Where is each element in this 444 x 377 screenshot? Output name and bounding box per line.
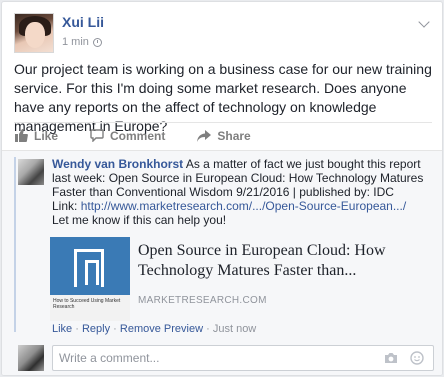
- comment-link[interactable]: http://www.marketresearch.com/.../Open-S…: [81, 199, 406, 213]
- remove-preview-link[interactable]: Remove Preview: [120, 323, 203, 335]
- comment-text-2: Let me know if this can help you!: [52, 213, 227, 227]
- post-time[interactable]: 1 min: [62, 36, 89, 48]
- comment-icon: [90, 129, 104, 142]
- comment-link-label: Link:: [52, 199, 78, 213]
- post-timestamp: 1 min: [62, 36, 102, 48]
- like-label: Like: [34, 128, 59, 143]
- commenter-avatar[interactable]: [18, 159, 44, 185]
- share-icon: [197, 129, 212, 142]
- comment-author-name[interactable]: Wendy van Bronkhorst: [52, 157, 183, 171]
- post-author-name[interactable]: Xui Lii: [62, 14, 104, 30]
- comment-like-link[interactable]: Like: [52, 323, 72, 335]
- marketresearch-logo-icon: [74, 249, 104, 287]
- preview-title[interactable]: Open Source in European Cloud: How Techn…: [138, 241, 428, 281]
- like-button[interactable]: Like: [14, 124, 58, 148]
- link-preview[interactable]: How to Succeed Using Market Research Ope…: [50, 237, 434, 327]
- sticker-icon[interactable]: [410, 351, 424, 365]
- share-label: Share: [217, 128, 251, 143]
- comment-input[interactable]: [52, 345, 434, 371]
- comment-reply-link[interactable]: Reply: [82, 323, 110, 335]
- camera-icon[interactable]: [384, 352, 398, 364]
- comment-body: Wendy van Bronkhorst As a matter of fact…: [52, 157, 432, 227]
- post-actions: Like Comment Share: [14, 122, 432, 148]
- comment-actions: Like · Reply · Remove Preview · Just now: [52, 323, 257, 335]
- chevron-down-icon[interactable]: [418, 16, 430, 28]
- share-button[interactable]: Share: [197, 124, 251, 148]
- viewer-avatar: [18, 345, 44, 371]
- comments-section: Wendy van Bronkhorst As a matter of fact…: [2, 150, 442, 375]
- comment-time[interactable]: Just now: [213, 323, 256, 335]
- thumb-caption: How to Succeed Using Market Research: [50, 295, 130, 321]
- reply-indicator: [14, 157, 16, 332]
- clock-icon: [92, 37, 102, 47]
- author-avatar[interactable]: [14, 13, 54, 53]
- comment-label: Comment: [110, 128, 166, 143]
- preview-domain: MARKETRESEARCH.COM: [138, 295, 267, 306]
- preview-thumbnail[interactable]: How to Succeed Using Market Research: [50, 237, 130, 321]
- thumbs-up-icon: [15, 129, 28, 142]
- post-card: Xui Lii 1 min Our project team is workin…: [1, 1, 443, 376]
- comment-composer: [2, 343, 442, 375]
- comment-button[interactable]: Comment: [90, 124, 165, 148]
